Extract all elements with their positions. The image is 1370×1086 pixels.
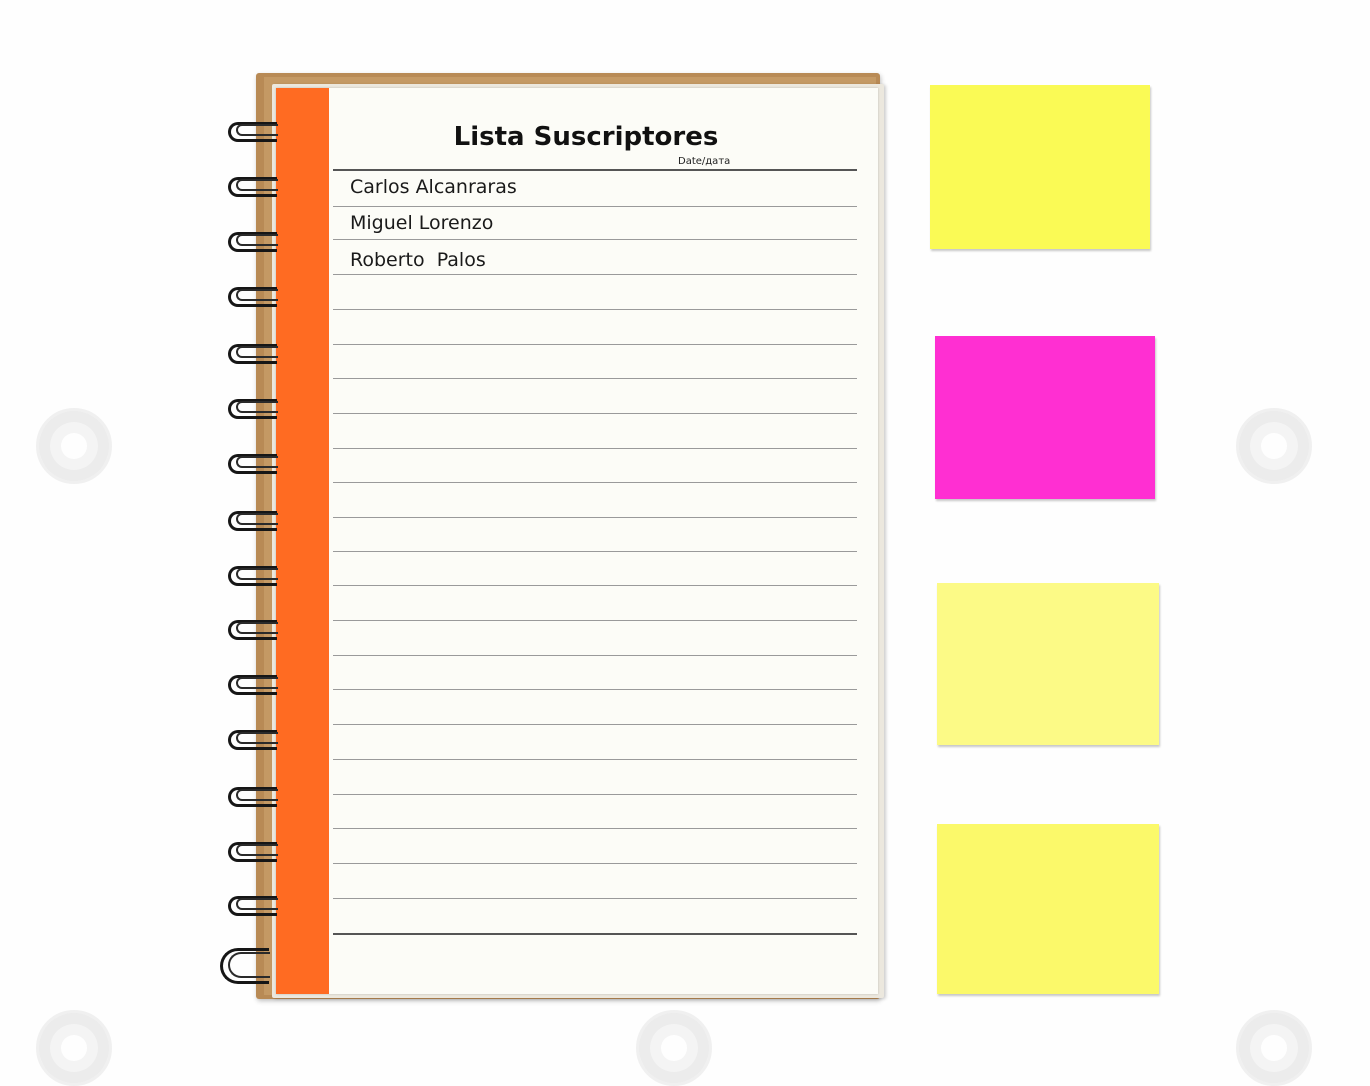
ruled-line (333, 585, 857, 586)
watermark-swirl (1236, 408, 1312, 484)
margin-strip (276, 88, 329, 994)
ruled-line (333, 309, 857, 310)
ruled-line (333, 828, 857, 829)
spiral-ring (228, 122, 278, 142)
watermark-swirl (36, 1010, 112, 1086)
spiral-ring (228, 399, 278, 419)
ruled-line (333, 759, 857, 760)
sticky-note-yellow (937, 824, 1159, 994)
ruled-line (333, 239, 857, 240)
ruled-line (333, 794, 857, 795)
header-rule (333, 169, 857, 171)
spiral-ring (228, 177, 278, 197)
spiral-ring (228, 232, 278, 252)
watermark-swirl (1236, 1010, 1312, 1086)
spiral-ring (228, 842, 278, 862)
sticky-note-magenta (935, 336, 1155, 499)
list-item: Miguel Lorenzo (350, 212, 494, 234)
ruled-line (333, 274, 857, 275)
spiral-ring (228, 566, 278, 586)
spiral-ring (228, 896, 278, 916)
ruled-line (333, 551, 857, 552)
spiral-ring (228, 511, 278, 531)
ruled-line (333, 933, 857, 935)
spiral-ring (228, 787, 278, 807)
sticky-note-pale-yellow (937, 583, 1159, 745)
spiral-ring (220, 948, 276, 984)
notebook-page: Lista Suscriptores Date/дата Carlos Alca… (276, 88, 878, 994)
ruled-line (333, 689, 857, 690)
ruled-line (333, 517, 857, 518)
ruled-line (333, 863, 857, 864)
ruled-line (333, 206, 857, 207)
date-label: Date/дата (678, 156, 731, 167)
ruled-line (333, 620, 857, 621)
spiral-ring (228, 454, 278, 474)
spiral-ring (228, 620, 278, 640)
watermark-swirl (36, 408, 112, 484)
ruled-line (333, 482, 857, 483)
ruled-line (333, 448, 857, 449)
page-title: Lista Suscriptores (453, 122, 719, 152)
ruled-line (333, 413, 857, 414)
ruled-line (333, 655, 857, 656)
spiral-ring (228, 730, 278, 750)
ruled-line (333, 344, 857, 345)
list-item: Roberto Palos (350, 249, 486, 271)
spiral-ring (228, 344, 278, 364)
watermark-swirl (636, 1010, 712, 1086)
ruled-line (333, 378, 857, 379)
spiral-ring (228, 287, 278, 307)
sticky-note-yellow (930, 85, 1150, 249)
spiral-ring (228, 675, 278, 695)
ruled-line (333, 898, 857, 899)
list-item: Carlos Alcanraras (350, 176, 517, 198)
ruled-line (333, 724, 857, 725)
